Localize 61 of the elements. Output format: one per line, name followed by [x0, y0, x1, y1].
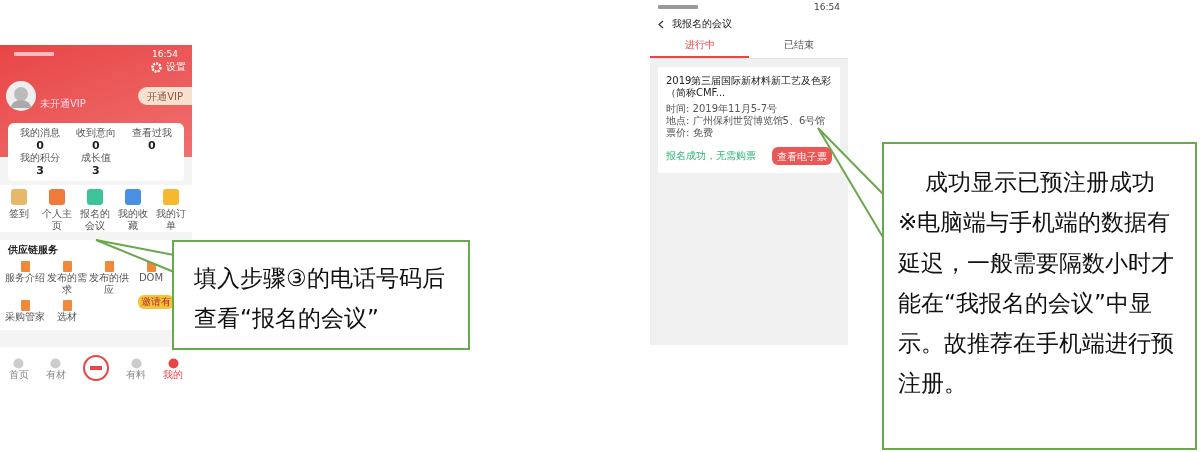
- stat-value: 0: [91, 139, 101, 152]
- shortcut-icon[interactable]: [11, 189, 27, 206]
- event-detail: 时间: 2019年11月5-7号: [666, 103, 779, 115]
- stat-label: 收到意向: [74, 127, 117, 139]
- service-label[interactable]: 服务介绍: [4, 272, 46, 285]
- document-icon[interactable]: [20, 299, 30, 311]
- avatar: [6, 81, 36, 111]
- page-title: 我报名的会议: [672, 18, 732, 30]
- service-label[interactable]: 发布的供应: [88, 272, 130, 297]
- document-icon[interactable]: [20, 260, 30, 272]
- service-label[interactable]: 采购管家: [4, 311, 46, 324]
- service-label[interactable]: DOM: [130, 272, 172, 285]
- event-detail: 地点: 广州保利世贸博览馆5、6号馆: [666, 115, 827, 127]
- tab[interactable]: 已结束: [749, 34, 848, 58]
- event-status: 报名成功，无需购票: [666, 150, 756, 162]
- shortcut-icon[interactable]: [125, 189, 141, 206]
- nav-label[interactable]: 我的: [163, 369, 184, 381]
- nav-label[interactable]: 有材: [45, 369, 66, 381]
- callout-text: ※电脑端与手机端的数据有延迟，一般需要隔数小时才能在“我报名的会议”中显示。故推荐在手机端进行预注册。: [898, 208, 1175, 399]
- signal-icon: [658, 4, 698, 10]
- stat-value: 0: [147, 139, 157, 153]
- shortcut-label[interactable]: 报名的会议: [76, 208, 114, 233]
- settings-icon[interactable]: [151, 61, 162, 73]
- nav-icon[interactable]: [50, 357, 62, 369]
- document-icon[interactable]: [62, 299, 72, 311]
- vip-status: 未开通VIP: [40, 98, 87, 110]
- stat-value: 3: [35, 164, 45, 178]
- shortcut-label[interactable]: 签到: [0, 208, 38, 221]
- shortcut-label[interactable]: 我的收藏: [114, 208, 152, 233]
- stat-value: 3: [91, 164, 101, 178]
- stat-label: 成长值: [79, 152, 112, 165]
- nav-label[interactable]: 有料: [126, 369, 147, 381]
- stat-value: 0: [35, 139, 45, 153]
- shortcut-icon[interactable]: [163, 189, 179, 206]
- nav-label[interactable]: 首页: [8, 369, 29, 381]
- section-title: 供应链服务: [7, 244, 59, 257]
- vip-button[interactable]: 开通VIP: [138, 87, 192, 105]
- shortcut-icon[interactable]: [87, 189, 103, 206]
- logo-icon[interactable]: [82, 355, 109, 381]
- nav-icon[interactable]: [130, 357, 142, 369]
- shortcut-label[interactable]: 个人主页: [38, 208, 76, 233]
- shortcut-icon[interactable]: [49, 189, 65, 206]
- event-detail: 票价: 免费: [666, 127, 714, 139]
- stat-label: 我的积分: [18, 152, 61, 165]
- status-time: 16:54: [152, 48, 178, 60]
- callout-text: 填入步骤③的电话号码后查看“报名的会议”: [194, 264, 446, 334]
- signal-icon: [14, 51, 54, 57]
- document-icon[interactable]: [104, 260, 114, 272]
- event-title: 2019第三届国际新材料新工艺及色彩（简称CMF...: [666, 75, 832, 99]
- stat-label: 我的消息: [18, 127, 61, 139]
- shortcut-label[interactable]: 我的订单: [152, 208, 190, 233]
- callout-text: 成功显示已预注册成功: [923, 168, 1156, 197]
- gift-badge[interactable]: 邀请有: [138, 295, 174, 309]
- document-icon[interactable]: [62, 260, 72, 272]
- nav-icon[interactable]: [167, 357, 179, 369]
- service-label[interactable]: 选材: [46, 311, 88, 324]
- stat-label: 查看过我: [130, 127, 173, 139]
- service-label[interactable]: 发布的需求: [46, 272, 88, 297]
- back-icon[interactable]: [658, 19, 664, 29]
- nav-icon[interactable]: [13, 357, 25, 369]
- status-time: 16:54: [814, 1, 840, 13]
